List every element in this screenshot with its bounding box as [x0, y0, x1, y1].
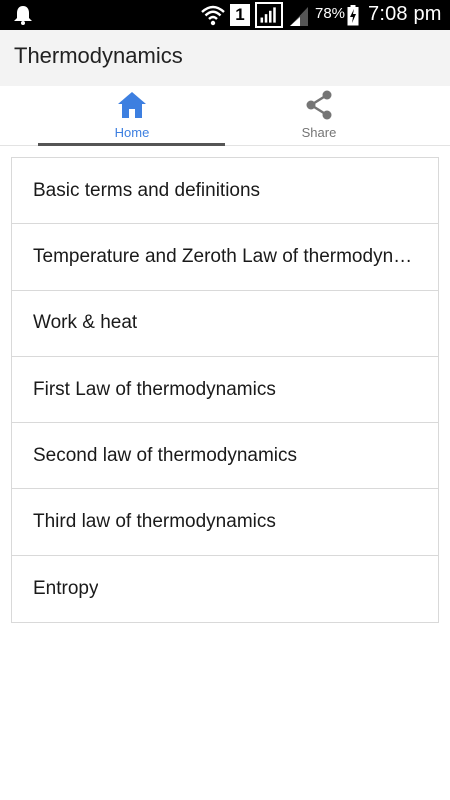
list-item[interactable]: Entropy: [12, 556, 438, 622]
app-bar: Thermodynamics: [0, 30, 450, 86]
home-icon: [118, 92, 146, 118]
list-item-label: Second law of thermodynamics: [33, 444, 298, 466]
sim-icon: 1: [230, 4, 250, 26]
list-item[interactable]: Work & heat: [12, 291, 438, 357]
list-item-label: First Law of thermodynamics: [33, 378, 276, 400]
share-icon: [306, 90, 332, 120]
tab-share[interactable]: Share: [225, 86, 413, 146]
app-title: Thermodynamics: [14, 43, 183, 68]
battery-percent: 78%: [315, 5, 346, 22]
cell-signal-icon: [255, 2, 283, 28]
list-item[interactable]: Basic terms and definitions: [12, 158, 438, 225]
cell-signal-2-icon: [290, 7, 308, 26]
notification-bell-icon: [14, 6, 32, 25]
list-item-label: Work & heat: [33, 312, 138, 334]
tab-home-label: Home: [114, 125, 150, 140]
list-item[interactable]: First Law of thermodynamics: [12, 357, 438, 424]
list-item-label: Entropy: [33, 577, 99, 599]
tab-home[interactable]: Home: [38, 86, 226, 146]
topic-list: Basic terms and definitions Temperature …: [11, 157, 439, 624]
tab-share-label: Share: [301, 125, 337, 140]
list-item[interactable]: Second law of thermodynamics: [12, 423, 438, 490]
status-clock: 7:08 pm: [368, 3, 442, 25]
list-item[interactable]: Temperature and Zeroth Law of thermodyna…: [12, 224, 438, 291]
wifi-icon: [201, 5, 225, 26]
list-item-label: Basic terms and definitions: [33, 179, 261, 201]
battery-charging-icon: [347, 5, 359, 26]
status-bar: 1 78% 7:08 pm: [0, 0, 450, 30]
list-item-label: Third law of thermodynamics: [33, 511, 276, 533]
list-item-label: Temperature and Zeroth Law of thermodyna…: [33, 245, 414, 267]
tab-selected-indicator: [38, 143, 225, 146]
list-item[interactable]: Third law of thermodynamics: [12, 489, 438, 556]
tab-bar: Home Share: [0, 86, 450, 146]
